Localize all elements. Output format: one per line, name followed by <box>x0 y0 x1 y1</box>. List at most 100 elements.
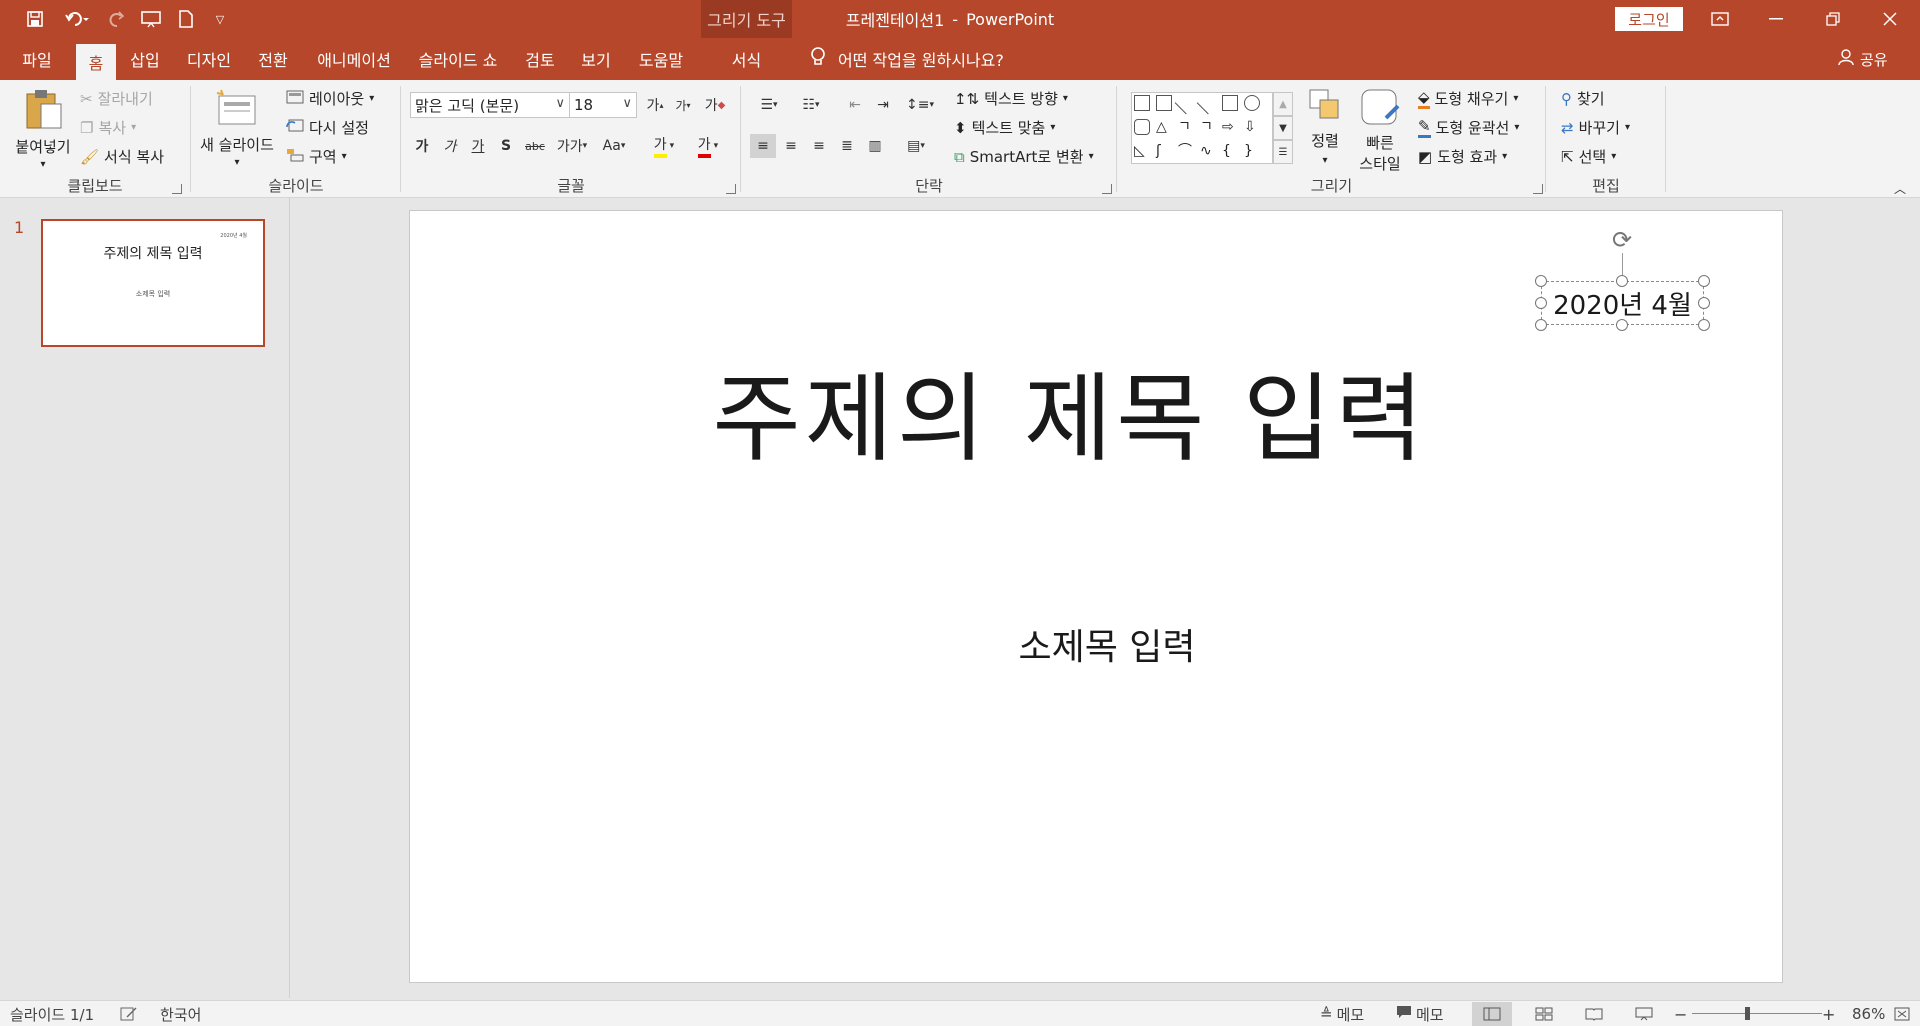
close-icon[interactable] <box>1862 0 1918 38</box>
tab-animations[interactable]: 애니메이션 <box>308 38 400 80</box>
undo-icon[interactable] <box>60 7 96 31</box>
left-brace-shape-icon[interactable]: { <box>1222 143 1238 159</box>
chevron-down-icon: ▾ <box>1322 155 1328 166</box>
right-brace-shape-icon[interactable]: } <box>1244 143 1260 159</box>
slideshow-view-icon[interactable] <box>1624 1002 1664 1026</box>
elbow-connector-icon[interactable]: ㄱ <box>1178 119 1194 135</box>
zoom-level[interactable]: 86% <box>1852 1001 1885 1026</box>
share-button[interactable]: 공유 <box>1838 38 1888 80</box>
tab-insert[interactable]: 삽입 <box>124 38 166 80</box>
freeform-shape-icon[interactable]: ◺ <box>1134 143 1150 159</box>
tab-file[interactable]: 파일 <box>10 38 64 80</box>
tell-me-box[interactable]: 어떤 작업을 원하시나요? <box>810 38 1004 80</box>
arrange-icon <box>1308 88 1342 126</box>
ribbon-display-options-icon[interactable] <box>1692 0 1748 38</box>
tab-transitions[interactable]: 전환 <box>250 38 296 80</box>
quick-styles-button[interactable]: 빠른 스타일 <box>1352 88 1408 188</box>
line-shape-icon[interactable] <box>1174 91 1198 115</box>
rotate-handle-icon[interactable]: ⟳ <box>1607 226 1637 254</box>
arc-shape-icon[interactable]: ⌒ <box>1178 143 1194 159</box>
zoom-out-icon[interactable]: − <box>1674 1001 1687 1026</box>
customize-icon[interactable]: ▽ <box>210 7 230 31</box>
find-button[interactable]: ⚲ 찾기 <box>1561 88 1605 109</box>
select-button[interactable]: ⇱ 선택 ▾ <box>1561 146 1616 167</box>
replace-button[interactable]: ⇄ 바꾸기 ▾ <box>1561 117 1630 138</box>
resize-handle[interactable] <box>1535 275 1547 287</box>
tab-home[interactable]: 홈 <box>76 44 116 80</box>
resize-handle[interactable] <box>1616 275 1628 287</box>
tab-review[interactable]: 검토 <box>516 38 564 80</box>
tell-me-text: 어떤 작업을 원하시나요? <box>838 51 1004 70</box>
elbow-arrow-icon[interactable]: ㄱ <box>1200 119 1216 135</box>
shape-fill-button[interactable]: ⬙ 도형 채우기 ▾ <box>1418 88 1518 109</box>
slide-title[interactable]: 주제의 제목 입력 <box>410 341 1570 480</box>
tab-view[interactable]: 보기 <box>576 38 616 80</box>
editing-group: ⚲ 찾기 ⇄ 바꾸기 ▾ ⇱ 선택 ▾ 편집 <box>1547 80 1665 198</box>
new-file-icon[interactable] <box>174 7 198 31</box>
right-arrow-shape-icon[interactable]: ⇨ <box>1222 119 1238 135</box>
rectangle-shape-icon[interactable] <box>1222 95 1238 111</box>
resize-handle[interactable] <box>1698 275 1710 287</box>
shape-effects-icon: ◩ <box>1418 147 1433 166</box>
tab-format[interactable]: 서식 <box>701 38 792 80</box>
minimize-icon[interactable] <box>1748 0 1804 38</box>
notes-button[interactable]: ≜ 메모 <box>1320 1001 1364 1026</box>
tab-design[interactable]: 디자인 <box>178 38 240 80</box>
comments-button[interactable]: 메모 <box>1396 1001 1444 1026</box>
slideshow-icon[interactable] <box>138 7 164 31</box>
resize-handle[interactable] <box>1698 297 1710 309</box>
group-divider <box>1665 86 1666 192</box>
drawing-group-label: 그리기 <box>1310 177 1353 195</box>
textbox-shape-icon[interactable] <box>1134 95 1150 111</box>
quick-styles-label-2: 스타일 <box>1359 155 1401 173</box>
person-icon <box>1838 49 1854 69</box>
fit-to-window-icon[interactable] <box>1894 1001 1910 1026</box>
slide-subtitle[interactable]: 소제목 입력 <box>410 618 1784 670</box>
comments-label: 메모 <box>1416 1005 1444 1024</box>
shape-outline-button[interactable]: ✎ 도형 윤곽선 ▾ <box>1418 117 1519 138</box>
down-arrow-shape-icon[interactable]: ⇩ <box>1244 119 1260 135</box>
spelling-icon[interactable] <box>120 1001 138 1026</box>
arrow-shape-icon[interactable] <box>1196 91 1220 115</box>
shapes-gallery[interactable]: △ ㄱ ㄱ ⇨ ⇩ ◺ ʃ ⌒ ∿ { } <box>1131 91 1273 164</box>
tab-help[interactable]: 도움말 <box>630 38 692 80</box>
oval-shape-icon[interactable] <box>1244 95 1260 111</box>
window-title: 프레젠테이션1 - PowerPoint <box>820 0 1080 38</box>
zoom-slider[interactable] <box>1692 1013 1822 1014</box>
drawing-launcher-icon[interactable] <box>1533 184 1543 194</box>
zoom-slider-thumb[interactable] <box>1745 1007 1750 1020</box>
gallery-more-icon[interactable]: ☰ <box>1273 140 1293 164</box>
save-icon[interactable] <box>22 7 48 31</box>
scribble-shape-icon[interactable]: ʃ <box>1156 143 1172 159</box>
resize-handle[interactable] <box>1698 319 1710 331</box>
zoom-in-icon[interactable]: + <box>1822 1001 1835 1026</box>
resize-handle[interactable] <box>1616 319 1628 331</box>
redo-icon[interactable] <box>104 7 130 31</box>
slide-sorter-icon[interactable] <box>1524 1002 1564 1026</box>
shape-effects-button[interactable]: ◩ 도형 효과 ▾ <box>1418 146 1507 167</box>
resize-handle[interactable] <box>1535 319 1547 331</box>
normal-view-icon[interactable] <box>1472 1002 1512 1026</box>
slide-thumbnail[interactable]: 2020년 4월 주제의 제목 입력 소제목 입력 <box>41 219 265 347</box>
triangle-shape-icon[interactable]: △ <box>1156 119 1172 135</box>
login-button[interactable]: 로그인 <box>1615 7 1683 31</box>
slide-thumbnail-pane: 1 2020년 4월 주제의 제목 입력 소제목 입력 <box>0 198 290 998</box>
resize-handle[interactable] <box>1535 297 1547 309</box>
reading-view-icon[interactable] <box>1574 1002 1614 1026</box>
curve-shape-icon[interactable]: ∿ <box>1200 143 1216 159</box>
collapse-ribbon-icon[interactable]: ︿ <box>1890 176 1910 200</box>
arrange-button[interactable]: 정렬 ▾ <box>1300 88 1350 180</box>
gallery-scroll-up-icon[interactable]: ▲ <box>1273 92 1293 116</box>
replace-icon: ⇄ <box>1561 118 1574 137</box>
rounded-rect-shape-icon[interactable] <box>1134 119 1150 135</box>
slide-canvas[interactable]: 주제의 제목 입력 소제목 입력 ⟳ 2020년 4월 <box>409 210 1783 983</box>
share-label: 공유 <box>1860 50 1888 69</box>
restore-icon[interactable] <box>1805 0 1861 38</box>
tab-slide-show[interactable]: 슬라이드 쇼 <box>412 38 504 80</box>
quick-styles-icon <box>1360 88 1400 132</box>
gallery-scroll-down-icon[interactable]: ▼ <box>1273 116 1293 140</box>
vertical-textbox-shape-icon[interactable] <box>1156 95 1172 111</box>
pencil-icon: ✎ <box>1418 117 1431 138</box>
drawing-group: △ ㄱ ㄱ ⇨ ⇩ ◺ ʃ ⌒ ∿ { } ▲ ▼ ☰ 정렬 ▾ 빠른 스타일 … <box>0 80 1545 198</box>
language-indicator[interactable]: 한국어 <box>160 1001 201 1026</box>
